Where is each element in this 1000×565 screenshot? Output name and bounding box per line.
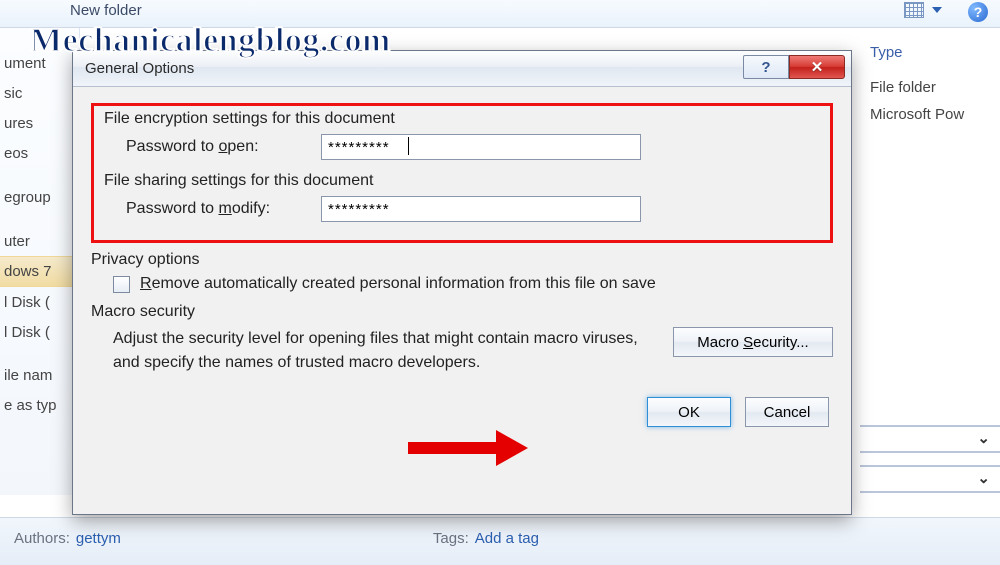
tags-add-link[interactable]: Add a tag xyxy=(475,530,539,565)
list-view-icon xyxy=(904,2,924,18)
authors-label: Authors: xyxy=(14,530,70,565)
cancel-button[interactable]: Cancel xyxy=(745,397,829,427)
type-value: File folder xyxy=(870,79,992,96)
saveastype-label-partial: e as typ xyxy=(0,390,79,420)
nav-item[interactable]: eos xyxy=(0,138,79,168)
macro-security-button[interactable]: Macro Security... xyxy=(673,327,833,357)
nav-item[interactable]: uter xyxy=(0,226,79,256)
tags-label: Tags: xyxy=(433,530,469,565)
column-header-type[interactable]: Type xyxy=(870,44,992,61)
type-value: Microsoft Pow xyxy=(870,106,992,123)
view-switcher[interactable] xyxy=(904,2,942,18)
filename-label-partial: ile nam xyxy=(0,360,79,390)
password-modify-input[interactable] xyxy=(321,196,641,222)
encryption-section-title: File encryption settings for this docume… xyxy=(104,110,820,128)
filetype-dropdown-partial[interactable]: ⌄ xyxy=(860,425,1000,453)
ok-button[interactable]: OK xyxy=(647,397,731,427)
filetype-dropdown-partial[interactable]: ⌄ xyxy=(860,465,1000,493)
macro-description: Adjust the security level for opening fi… xyxy=(113,327,655,375)
dialog-title: General Options xyxy=(85,60,194,77)
close-icon: ✕ xyxy=(811,58,824,76)
dialog-body: File encryption settings for this docume… xyxy=(73,87,851,439)
privacy-section-title: Privacy options xyxy=(91,251,833,269)
chevron-down-icon xyxy=(932,7,942,13)
chevron-icon: ⌄ xyxy=(977,429,990,447)
new-folder-button[interactable]: New folder xyxy=(70,2,142,19)
password-modify-label: Password to modify: xyxy=(126,200,311,218)
highlight-box: File encryption settings for this docume… xyxy=(91,103,833,243)
macro-section-title: Macro security xyxy=(91,303,833,321)
nav-tree-partial: ument sic ures eos egroup uter dows 7 l … xyxy=(0,28,80,495)
general-options-dialog: General Options ? ✕ File encryption sett… xyxy=(72,50,852,515)
nav-item[interactable]: sic xyxy=(0,78,79,108)
remove-personal-info-checkbox[interactable] xyxy=(113,276,130,293)
nav-item-selected[interactable]: dows 7 xyxy=(0,256,79,287)
nav-item[interactable]: ures xyxy=(0,108,79,138)
chevron-icon: ⌄ xyxy=(977,469,990,487)
dialog-help-button[interactable]: ? xyxy=(743,55,789,79)
password-open-input[interactable] xyxy=(321,134,641,160)
dialog-close-button[interactable]: ✕ xyxy=(789,55,845,79)
remove-personal-info-label: Remove automatically created personal in… xyxy=(140,275,656,293)
nav-item[interactable]: l Disk ( xyxy=(0,317,79,347)
text-caret xyxy=(408,137,409,155)
dialog-titlebar: General Options ? ✕ xyxy=(73,51,851,87)
help-icon[interactable]: ? xyxy=(968,2,988,22)
password-open-label: Password to open: xyxy=(126,138,311,156)
nav-item[interactable]: ument xyxy=(0,48,79,78)
properties-bar: Authors: gettym Tags: Add a tag xyxy=(0,517,1000,565)
question-icon: ? xyxy=(761,59,770,76)
explorer-toolbar: New folder ? xyxy=(0,0,1000,28)
nav-item[interactable]: l Disk ( xyxy=(0,287,79,317)
nav-item[interactable]: egroup xyxy=(0,182,79,212)
sharing-section-title: File sharing settings for this document xyxy=(104,172,820,190)
authors-value[interactable]: gettym xyxy=(76,530,121,565)
